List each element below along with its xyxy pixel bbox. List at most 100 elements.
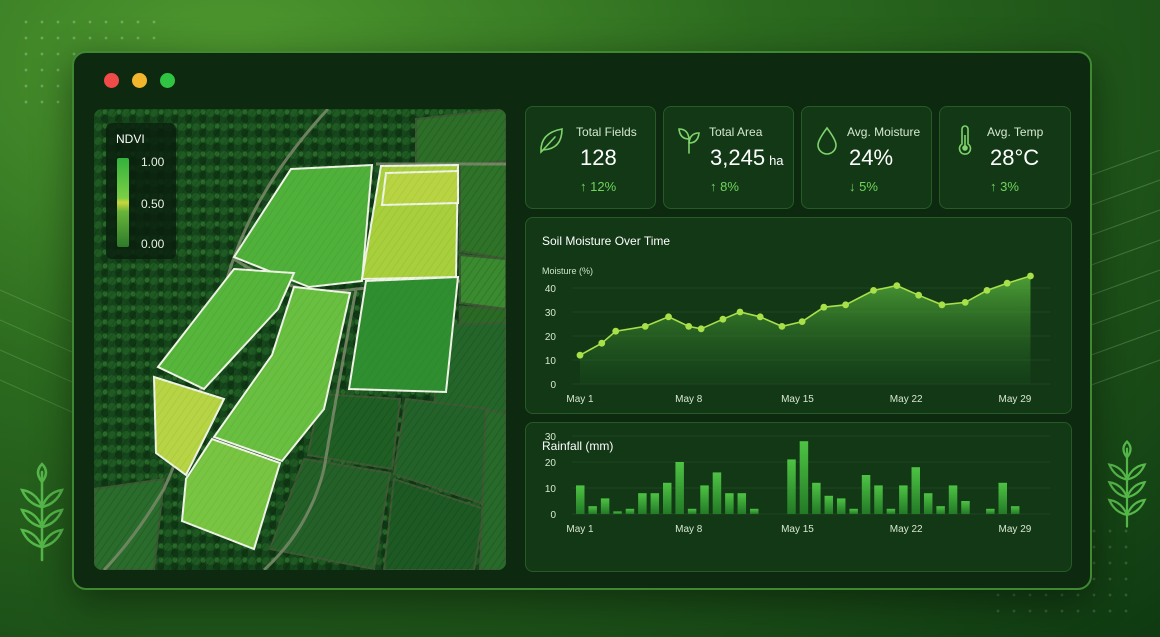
stat-label: Avg. Moisture: [847, 125, 921, 139]
moisture-point[interactable]: [665, 313, 672, 321]
rainfall-bar[interactable]: [799, 441, 809, 514]
rainfall-bar[interactable]: [712, 472, 722, 514]
rainfall-bar[interactable]: [725, 493, 734, 514]
rainfall-bar[interactable]: [861, 475, 871, 514]
rainfall-bar[interactable]: [849, 508, 858, 514]
rainfall-bar[interactable]: [687, 508, 697, 514]
moisture-point[interactable]: [685, 323, 693, 330]
stat-change: ↑ 12%: [580, 179, 617, 194]
rainfall-bar[interactable]: [899, 485, 908, 514]
rainfall-bar[interactable]: [886, 508, 896, 514]
moisture-point[interactable]: [870, 287, 877, 294]
leaf-icon: [540, 128, 563, 154]
moisture-area-chart[interactable]: 0 10 20 30 40 May 1 May 8 May 15 May 22 May 29: [526, 218, 1071, 413]
maximize-window-button[interactable]: [160, 73, 175, 88]
legend-min-label: 0.00: [141, 237, 165, 251]
stat-card-total-fields: Total Fields 128 ↑ 12%: [525, 106, 656, 209]
thermometer-icon: [958, 125, 972, 155]
stat-label: Avg. Temp: [987, 125, 1044, 139]
sprout-icon: [678, 128, 700, 154]
rainfall-bar[interactable]: [936, 506, 945, 514]
rainfall-bar[interactable]: [638, 493, 647, 514]
y-tick-label: 10: [545, 356, 557, 367]
ndvi-field-map[interactable]: NDVI 1.00 0.50 0.00: [94, 109, 506, 570]
arrow-up-icon: ↑: [580, 179, 587, 194]
y-tick-label: 20: [545, 332, 557, 343]
moisture-point[interactable]: [598, 339, 606, 347]
moisture-point[interactable]: [697, 325, 705, 333]
rainfall-bar[interactable]: [700, 485, 709, 514]
arrow-up-icon: ↑: [990, 179, 997, 194]
rainfall-bar[interactable]: [824, 495, 834, 514]
moisture-point[interactable]: [736, 308, 744, 316]
rainfall-bar[interactable]: [737, 493, 747, 514]
rainfall-bar[interactable]: [613, 511, 622, 514]
rainfall-bar[interactable]: [625, 508, 635, 514]
x-tick-label: May 29: [999, 394, 1032, 405]
y-tick-label: 10: [545, 484, 557, 495]
rainfall-bar[interactable]: [923, 493, 933, 514]
rainfall-bar[interactable]: [812, 482, 821, 514]
y-tick-label: 30: [545, 308, 557, 319]
stat-change: ↓ 5%: [849, 179, 878, 194]
close-window-button[interactable]: [104, 73, 119, 88]
rainfall-bar[interactable]: [662, 482, 672, 514]
moisture-point[interactable]: [778, 323, 786, 330]
soil-moisture-chart-card: Soil Moisture Over Time Moisture (%) 0 10…: [525, 217, 1072, 414]
moisture-point[interactable]: [842, 301, 850, 309]
y-tick-label: 30: [545, 432, 557, 443]
stat-card-total-area: Total Area 3,245 ha ↑ 8%: [663, 106, 794, 209]
ndvi-color-scale: [117, 158, 129, 247]
moisture-point[interactable]: [938, 301, 946, 309]
legend-mid-label: 0.50: [141, 197, 165, 211]
x-tick-label: May 22: [890, 394, 923, 405]
stat-card-avg-moisture: Avg. Moisture 24% ↓ 5%: [801, 106, 932, 209]
rainfall-bar[interactable]: [961, 501, 970, 514]
stat-label: Total Area: [709, 125, 763, 139]
rainfall-bar[interactable]: [650, 493, 660, 514]
moisture-point[interactable]: [1003, 279, 1011, 287]
moisture-point[interactable]: [961, 299, 969, 306]
rainfall-bar[interactable]: [874, 485, 883, 514]
rainfall-bar[interactable]: [787, 459, 796, 514]
moisture-point[interactable]: [641, 323, 649, 330]
stat-value: 28°C: [990, 145, 1040, 170]
legend-max-label: 1.00: [141, 155, 165, 169]
x-tick-label: May 1: [566, 524, 594, 535]
rainfall-bar[interactable]: [588, 506, 597, 514]
rainfall-bar[interactable]: [948, 485, 958, 514]
moisture-point[interactable]: [1027, 272, 1034, 280]
y-tick-label: 0: [550, 510, 556, 521]
stat-label: Total Fields: [576, 125, 637, 139]
moisture-point[interactable]: [893, 282, 901, 289]
legend-title: NDVI: [116, 132, 145, 146]
rainfall-bar[interactable]: [986, 508, 995, 514]
rainfall-bar[interactable]: [1010, 506, 1020, 514]
rainfall-bar[interactable]: [749, 508, 759, 514]
ndvi-legend: NDVI 1.00 0.50 0.00: [106, 123, 176, 259]
x-tick-label: May 1: [566, 394, 594, 405]
moisture-point[interactable]: [756, 313, 764, 321]
moisture-point[interactable]: [719, 315, 727, 323]
rainfall-bar[interactable]: [600, 498, 610, 514]
arrow-down-icon: ↓: [849, 179, 856, 194]
dashboard-window: NDVI 1.00 0.50 0.00 Total Fields 128 ↑ 1…: [72, 51, 1092, 590]
x-tick-label: May 8: [675, 524, 703, 535]
moisture-point[interactable]: [612, 327, 620, 335]
moisture-point[interactable]: [576, 351, 584, 359]
stat-value: 128: [580, 145, 617, 170]
rainfall-bar-chart[interactable]: 0 10 20 30 May 1 May 8 May 15 May 22 May 29: [526, 423, 1071, 571]
moisture-point[interactable]: [798, 318, 806, 325]
rainfall-bar[interactable]: [675, 462, 684, 514]
x-tick-label: May 22: [890, 524, 923, 535]
moisture-point[interactable]: [915, 291, 923, 299]
moisture-point[interactable]: [820, 303, 828, 311]
rainfall-bar[interactable]: [576, 485, 585, 514]
minimize-window-button[interactable]: [132, 73, 147, 88]
moisture-point[interactable]: [983, 287, 991, 294]
rainfall-bar[interactable]: [836, 498, 846, 514]
rainfall-bar[interactable]: [998, 482, 1008, 514]
rainfall-bar[interactable]: [911, 467, 921, 514]
stat-change: ↑ 8%: [710, 179, 739, 194]
rainfall-chart-card: Rainfall (mm) 0 10 20 30 May 1 May 8 May 15 May…: [525, 422, 1072, 572]
